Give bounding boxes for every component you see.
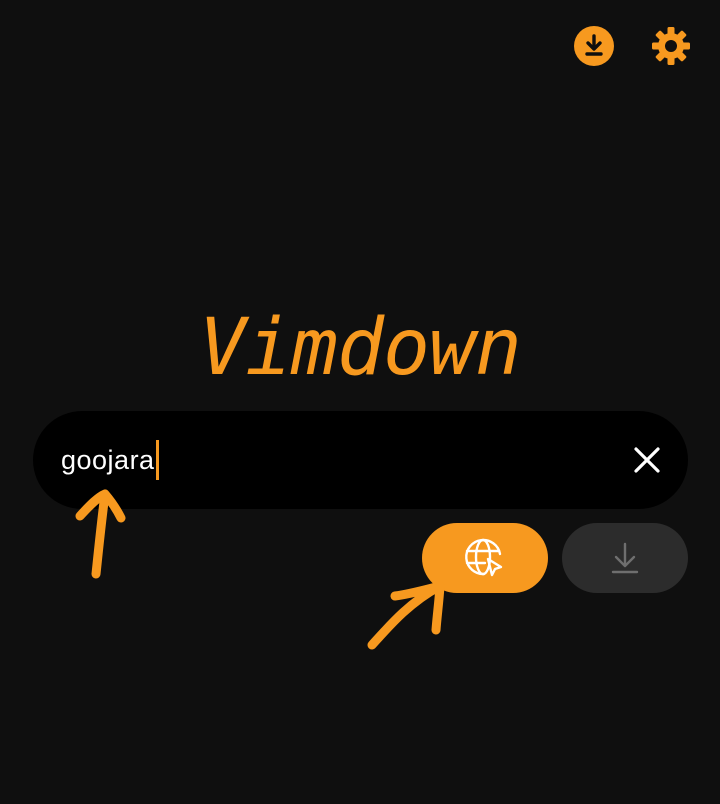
downloads-button[interactable]: [574, 26, 614, 66]
download-circle-icon: [585, 34, 603, 56]
app-window: Vimdown goojara: [0, 0, 720, 804]
download-arrow-icon: [611, 542, 639, 574]
annotation-arrow-browse: [367, 581, 445, 650]
annotation-arrows: [75, 489, 445, 650]
download-button[interactable]: [562, 523, 688, 593]
search-input-value: goojara: [61, 444, 155, 475]
globe-cursor-icon: [465, 538, 503, 577]
clear-search-button[interactable]: [627, 440, 667, 480]
search-bar[interactable]: goojara: [33, 411, 688, 509]
search-input[interactable]: goojara: [61, 440, 159, 480]
close-icon: [634, 447, 660, 473]
gear-icon: [652, 27, 690, 65]
settings-button[interactable]: [650, 25, 692, 67]
app-logo: Vimdown: [199, 303, 522, 393]
text-cursor: [155, 440, 159, 480]
open-in-browser-button[interactable]: [422, 523, 548, 593]
